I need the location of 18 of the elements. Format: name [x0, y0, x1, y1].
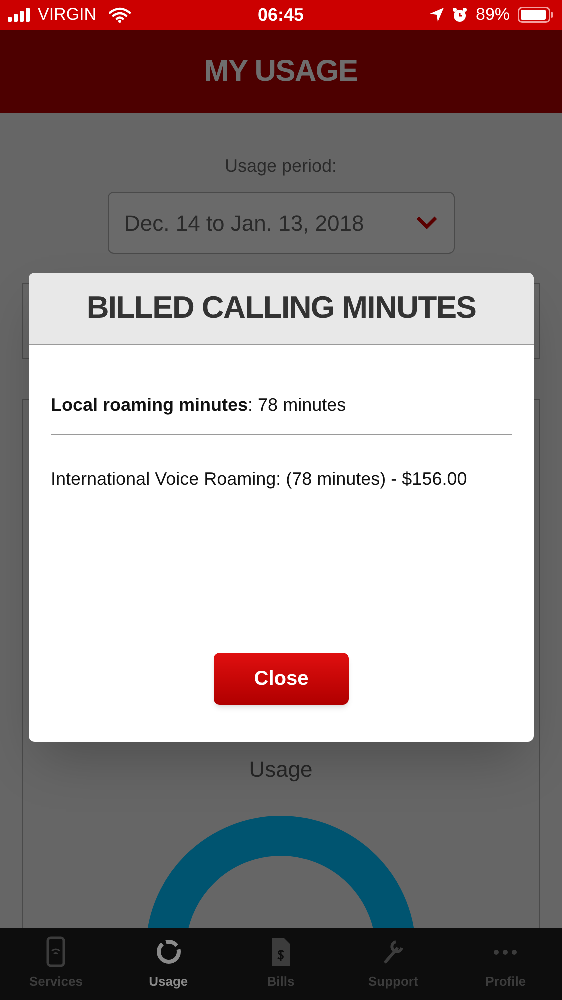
clock-time: 06:45: [258, 4, 304, 26]
dialog-text: International Voice Roaming: (78 minutes) - $156.00: [51, 468, 468, 491]
location-arrow-icon: [430, 8, 444, 22]
tab[interactable]: Usage: [112, 928, 225, 1000]
usage-period-select[interactable]: Dec. 14 to Jan. 13, 2018: [108, 192, 454, 254]
wifi-icon: [108, 7, 131, 23]
page-title: MY USAGE: [204, 54, 358, 90]
battery-percent: 89%: [476, 4, 510, 26]
usage-period-label: Usage period:: [224, 155, 338, 178]
carrier-name: VIRGIN: [38, 4, 97, 26]
alarm-icon: [452, 7, 468, 23]
battery-icon: [518, 7, 554, 23]
chevron-down-icon: [416, 216, 438, 230]
more-icon: [494, 950, 518, 955]
dialog-text: Local roaming minutes: 78 minutes: [51, 394, 348, 417]
close-button[interactable]: Close: [214, 653, 349, 705]
dialog-title: BILLED CALLING MINUTES: [86, 289, 476, 328]
card-title: Usage: [249, 756, 313, 784]
